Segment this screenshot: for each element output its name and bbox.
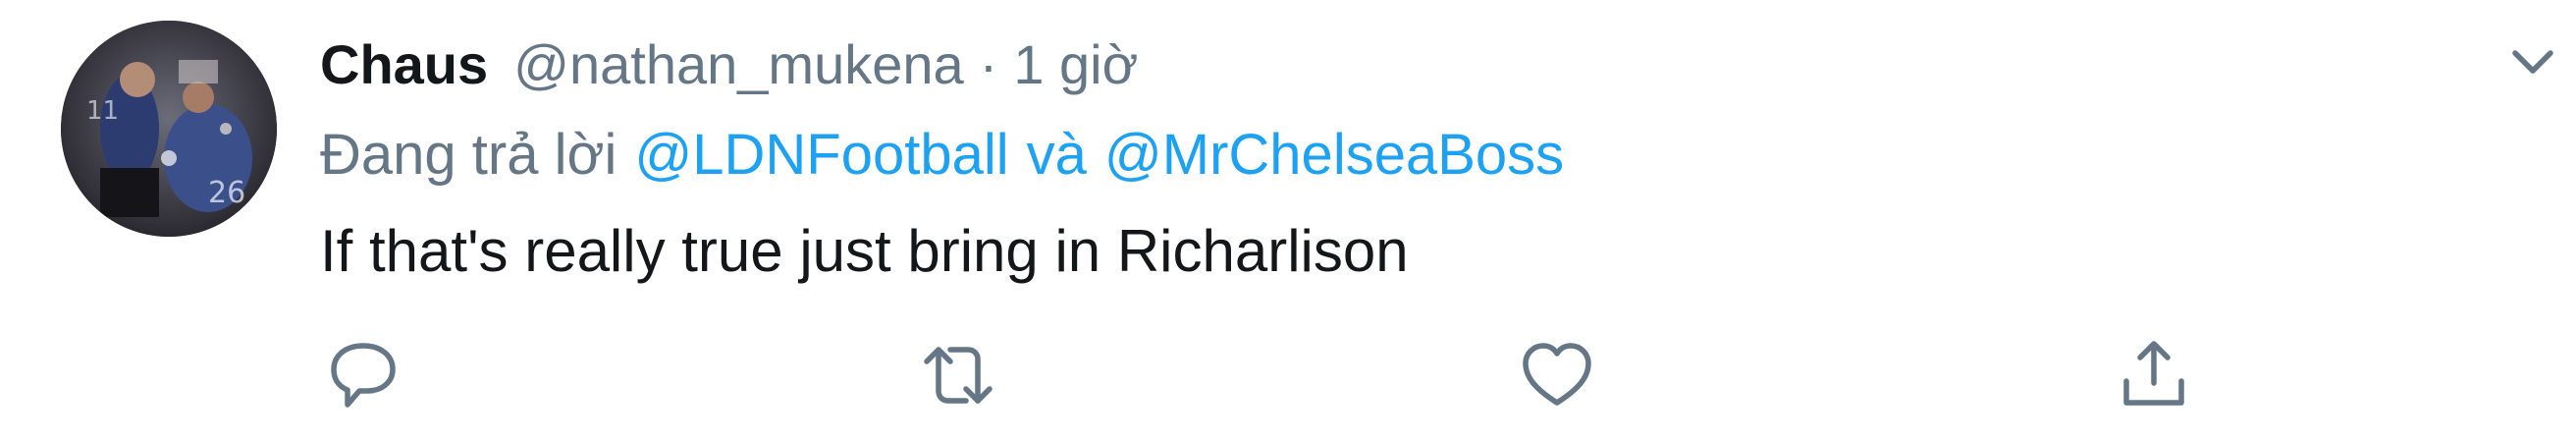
svg-text:26: 26 bbox=[208, 176, 245, 210]
author-name[interactable]: Chaus bbox=[320, 32, 488, 96]
separator-dot: · bbox=[979, 32, 998, 95]
retweet-button[interactable] bbox=[915, 332, 1001, 418]
mention-link-mrchelseaboss[interactable]: @MrChelseaBoss bbox=[1104, 122, 1564, 188]
reply-button[interactable] bbox=[320, 332, 406, 418]
svg-text:11: 11 bbox=[86, 96, 119, 126]
mention-link-ldnfootball[interactable]: @LDNFootball bbox=[634, 122, 1008, 188]
avatar[interactable]: 26 11 bbox=[61, 21, 277, 237]
like-button[interactable] bbox=[1514, 332, 1600, 418]
tweet-timestamp[interactable]: 1 giờ bbox=[1013, 32, 1138, 96]
share-button[interactable] bbox=[2111, 332, 2197, 418]
tweet-card[interactable]: 26 11 Chaus @nathan_mukena · 1 giờ Đang … bbox=[0, 0, 2576, 442]
author-handle[interactable]: @nathan_mukena bbox=[513, 32, 964, 96]
avatar-photo: 26 11 bbox=[61, 21, 277, 237]
mention-conjunction: và bbox=[1026, 122, 1087, 187]
replying-to-label: Đang trả lời bbox=[320, 122, 617, 187]
tweet-actions bbox=[0, 332, 2576, 420]
heart-icon bbox=[1523, 343, 1591, 406]
retweet-icon bbox=[924, 347, 993, 404]
share-icon bbox=[2123, 341, 2184, 406]
replying-to-line: Đang trả lời @LDNFootball và @MrChelseaB… bbox=[320, 120, 1564, 189]
reply-icon bbox=[331, 343, 396, 408]
tweet-text: If that's really true just bring in Rich… bbox=[320, 217, 1409, 284]
tweet-header: Chaus @nathan_mukena · 1 giờ bbox=[320, 29, 1138, 98]
chevron-down-icon[interactable] bbox=[2501, 29, 2564, 92]
